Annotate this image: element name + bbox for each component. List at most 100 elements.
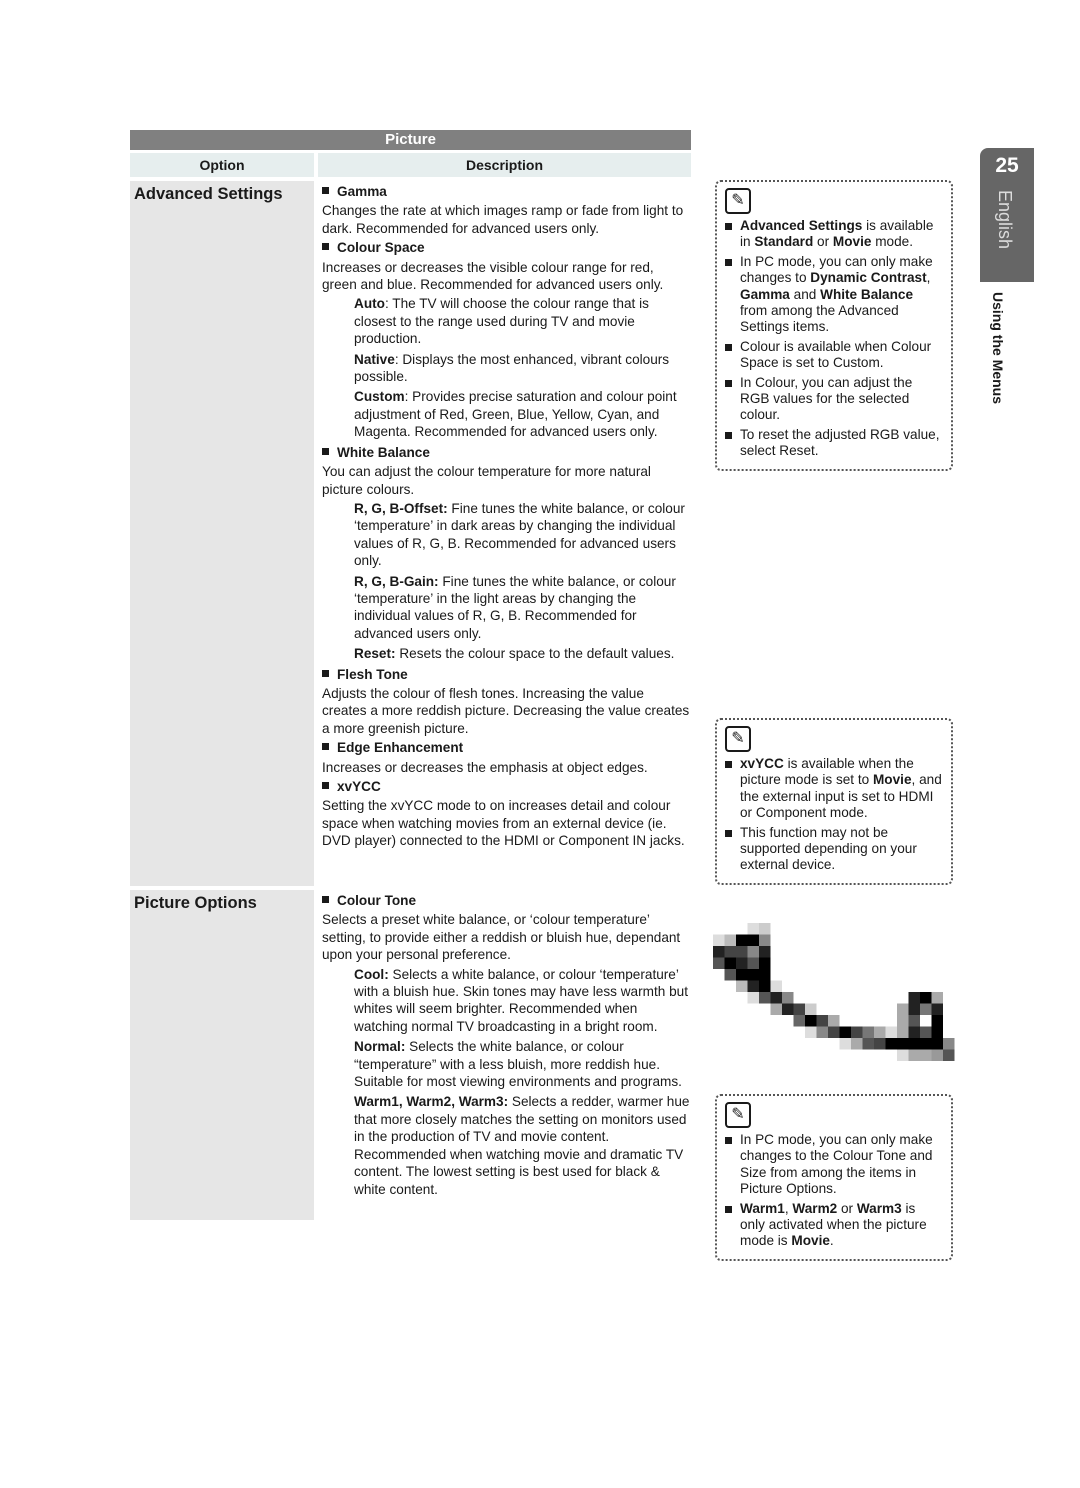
pixel-cell [931,1003,943,1015]
pixel-cell [770,980,782,992]
setting-title: Gamma [322,183,691,200]
pixel-cell [713,957,725,969]
setting-option: Warm1, Warm2, Warm3: Selects a redder, w… [354,1093,691,1197]
setting-title: Edge Enhancement [322,739,691,756]
pixel-cell [828,1026,840,1038]
pixel-cell [839,1026,851,1038]
pixel-cell [931,992,943,1004]
setting-option-text: Selects a white balance, or colour ‘temp… [354,966,688,1034]
setting-description: You can adjust the colour temperature fo… [322,464,651,497]
note-item: xvYCC is available when the picture mode… [725,756,943,822]
note-text: In PC mode, you can only make changes to… [740,1132,933,1197]
pixel-cell [759,969,771,981]
pixel-cell [908,1015,920,1027]
setting-description: Increases or decreases the visible colou… [322,259,664,293]
pixel-cell [759,934,771,946]
pixel-cell [747,934,759,946]
note-text: This function may not be supported depen… [740,824,917,873]
pixel-cell [920,1026,932,1038]
note-emphasis: Movie [791,1233,830,1249]
note-text: . [829,1233,834,1249]
note-emphasis: Advanced Settings [740,218,863,233]
pixel-cell [747,923,759,935]
pixel-cell [908,1003,920,1015]
pixel-cell [805,1003,817,1015]
pixel-cell [828,1015,840,1027]
setting-description: Setting the xvYCC mode to on increases d… [322,798,685,849]
note-emphasis: xvYCC [740,756,784,771]
setting-option-label: Cool: [354,966,389,982]
page-number: 25 [995,154,1019,177]
setting-option-text: Selects a redder, warmer hue that more c… [354,1094,690,1197]
header-description: Description [318,153,691,177]
pixel-cell [931,1049,943,1061]
pixel-cell [782,992,794,1004]
setting-option-label: R, G, B-Gain: [354,573,439,589]
option-description: Gamma Changes the rate at which images ra… [318,181,691,886]
setting-option-text: : Displays the most enhanced, vibrant co… [354,351,670,385]
note-text: To reset the adjusted RGB value, select … [740,426,940,459]
note-emphasis: White Balance [820,286,914,302]
setting-title-text: Flesh Tone [337,666,408,682]
note-text: In Colour, you can adjust the RGB values… [740,374,913,423]
pixel-cell [759,980,771,992]
pixel-cell [885,1038,897,1050]
setting-title-text: Gamma [337,184,387,199]
pixel-cell [908,992,920,1004]
pixel-cell [724,934,736,946]
note-text: Colour is available when Colour Space is… [740,338,932,371]
pixel-cell [874,1038,886,1050]
pixel-cell [770,1003,782,1015]
pixel-cell [931,1026,943,1038]
pixel-cell [931,1015,943,1027]
language-label: English [995,190,1015,250]
pixel-cell [782,1003,794,1015]
setting-option: Reset: Resets the colour space to the de… [354,645,691,662]
setting-option-label: Normal: [354,1039,406,1055]
option-description: Colour Tone Selects a preset white balanc… [318,890,691,1220]
setting-title: Colour Space [322,239,691,256]
pixel-cell [793,1003,805,1015]
note-item: Colour is available when Colour Space is… [725,339,943,372]
bullet-icon [725,258,732,266]
setting-option: Auto: The TV will choose the colour rang… [354,295,691,347]
pixel-cell [862,1026,874,1038]
pixel-cell [770,992,782,1004]
option-name: Picture Options [130,890,314,1220]
setting-option-label: R, G, B-Offset: [354,500,448,516]
note-emphasis: Warm3 [856,1200,902,1216]
setting-option-label: Auto [354,296,385,312]
setting-option-label: Warm1, Warm2, Warm3: [354,1094,509,1110]
pixel-cell [816,1015,828,1027]
note-emphasis: Warm1 [740,1200,785,1216]
setting-option-text: : The TV will choose the colour range th… [354,296,649,347]
setting-description: Changes the rate at which images ramp or… [322,203,684,236]
note-emphasis: Gamma [740,286,790,302]
pixel-cell [747,992,759,1004]
setting-title: xvYCC [322,778,691,795]
setting-description: Selects a preset white balance, or ‘colo… [322,912,681,963]
setting-title-text: White Balance [337,444,430,460]
bullet-icon [725,343,732,351]
note-item: Advanced Settings is available in Standa… [725,218,943,251]
note-emphasis: Movie [872,772,912,788]
pixel-cell [897,1038,909,1050]
pixel-cell [943,1038,955,1050]
pixel-cell [724,957,736,969]
setting-title: Colour Tone [322,892,691,909]
enlarged-note-icon-artifact [713,923,955,1061]
setting-option: R, G, B-Offset: Fine tunes the white bal… [354,500,691,570]
note-pencil-icon: ✎ [725,1102,751,1128]
pixel-cell [920,1003,932,1015]
note-pencil-icon: ✎ [725,188,751,214]
pixel-cell [943,1049,955,1061]
note-pencil-icon: ✎ [725,726,751,752]
bullet-icon [322,669,329,677]
setting-option: Cool: Selects a white balance, or colour… [354,966,691,1036]
pixel-cell [759,957,771,969]
table-header: Option Description [130,153,691,177]
bullet-icon [725,761,732,768]
bullet-icon [322,782,329,789]
pixel-cell [908,1038,920,1050]
pixel-cell [805,1015,817,1027]
